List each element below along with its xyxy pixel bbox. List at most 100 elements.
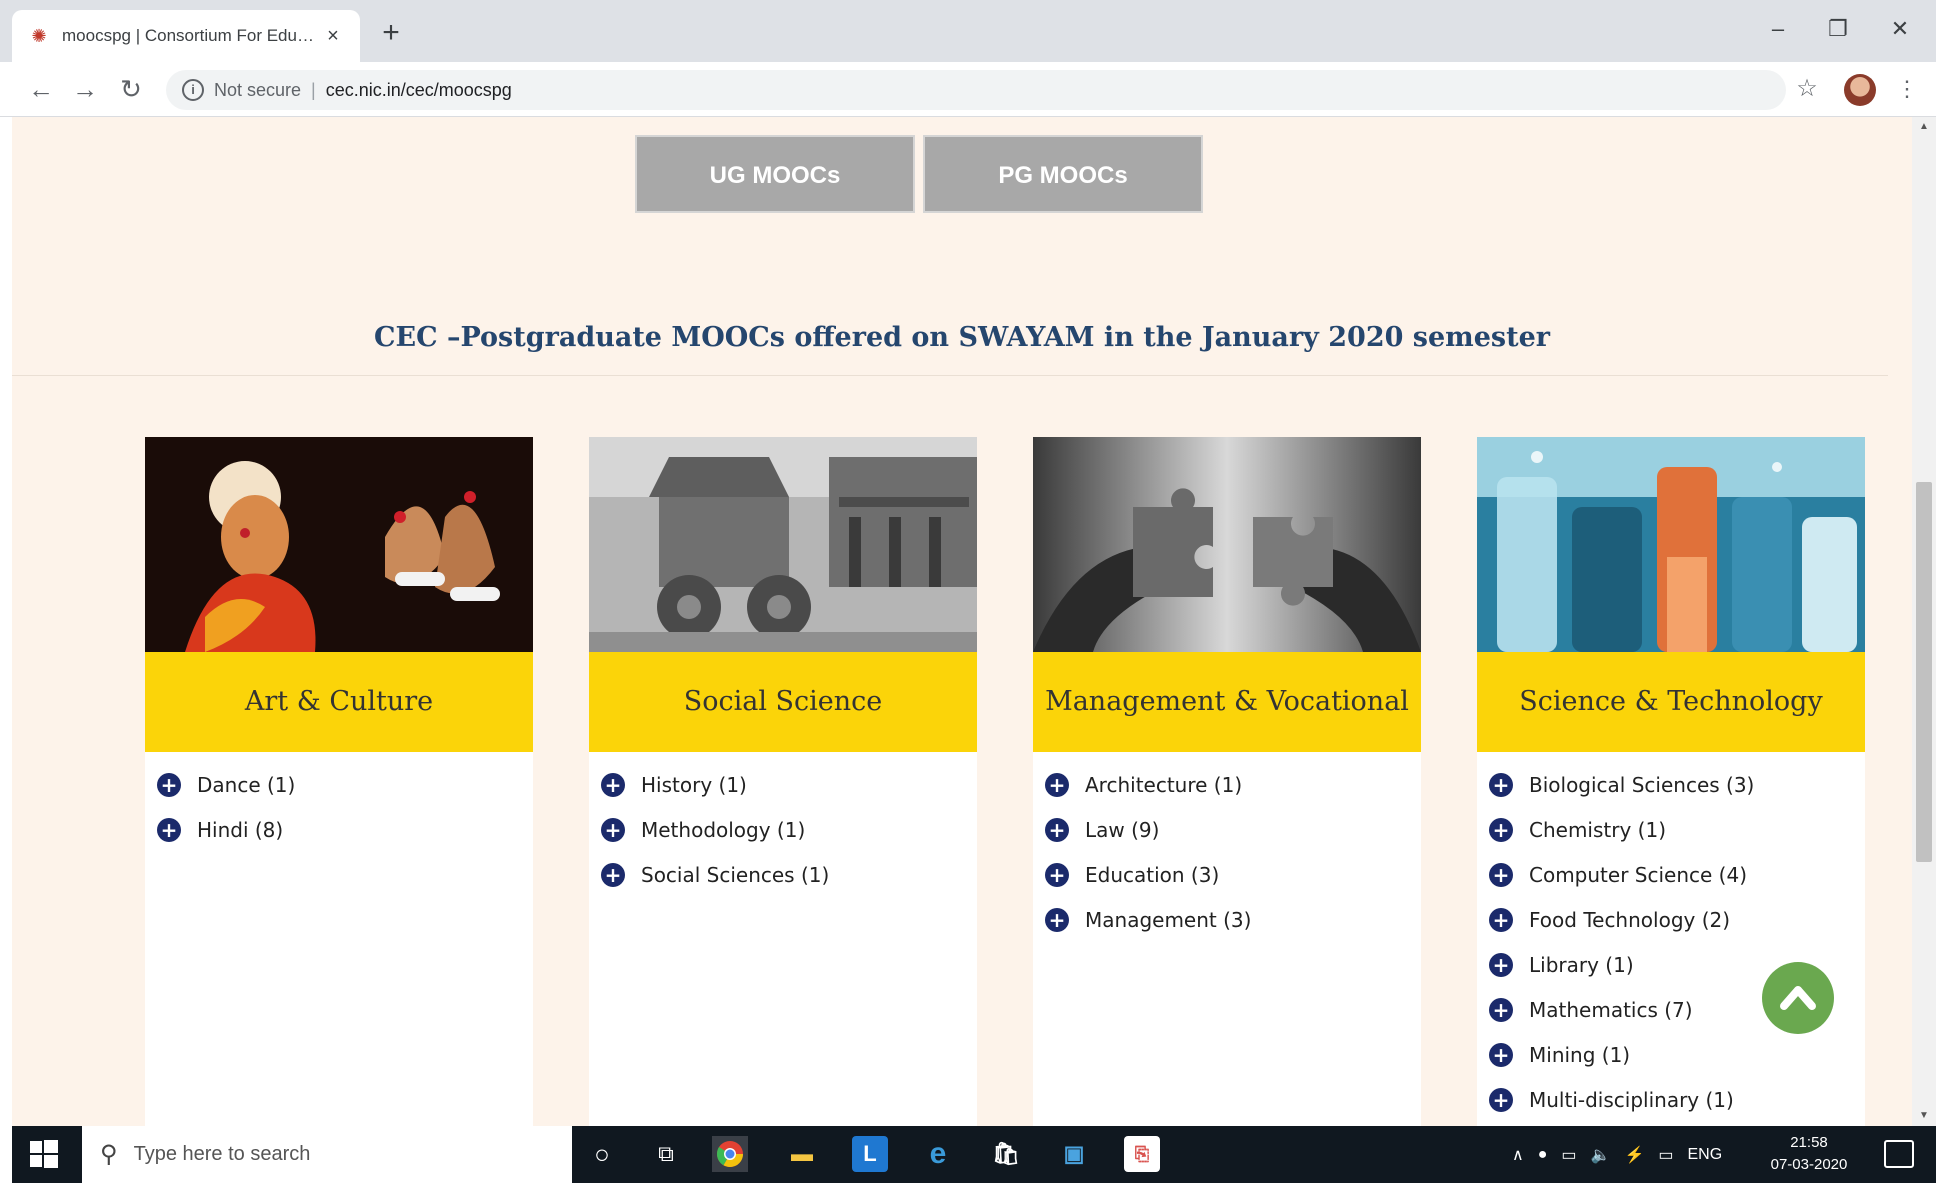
profile-avatar[interactable] — [1844, 74, 1876, 106]
task-view-icon[interactable]: ⧉ — [648, 1136, 684, 1172]
expand-plus-icon[interactable]: + — [1045, 862, 1069, 887]
restore-icon[interactable]: ❐ — [1818, 14, 1858, 44]
forward-icon[interactable]: → — [68, 72, 102, 106]
bookmark-star-icon[interactable]: ☆ — [1792, 74, 1822, 104]
subject-item[interactable]: + Chemistry (1) — [1489, 807, 1865, 852]
taskbar-search[interactable]: ⚲ Type here to search — [82, 1126, 572, 1183]
file-explorer-icon[interactable]: ▬ — [784, 1136, 820, 1172]
new-tab-button[interactable]: + — [376, 18, 406, 48]
expand-plus-icon[interactable]: + — [157, 772, 181, 797]
site-info-icon[interactable]: i — [182, 79, 204, 101]
subject-item[interactable]: + Mining (1) — [1489, 1032, 1865, 1077]
ug-moocs-button[interactable]: UG MOOCs — [635, 135, 915, 213]
card-title: Science & Technology — [1477, 652, 1865, 752]
system-tray: ∧ ● ▭ 🔈 ⚡ ▭ ENG — [1512, 1126, 1736, 1183]
subject-label: Social Sciences (1) — [641, 862, 830, 887]
taskbar-clock[interactable]: 21:58 07-03-2020 — [1764, 1132, 1854, 1176]
subject-label: Hindi (8) — [197, 817, 284, 842]
language-indicator[interactable]: ENG — [1687, 1146, 1722, 1164]
subject-item[interactable]: + Methodology (1) — [601, 807, 977, 852]
action-center-icon[interactable] — [1884, 1140, 1914, 1168]
expand-plus-icon[interactable]: + — [1489, 997, 1513, 1022]
expand-plus-icon[interactable]: + — [601, 862, 625, 887]
scroll-down-arrow-icon[interactable]: ▼ — [1912, 1106, 1936, 1126]
subject-item[interactable]: + Education (3) — [1045, 852, 1421, 897]
subject-list: + Architecture (1) + Law (9) + Education (3… — [1033, 752, 1421, 942]
menu-kebab-icon[interactable]: ⋮ — [1896, 74, 1918, 104]
reload-icon[interactable]: ↻ — [114, 72, 148, 106]
display-icon[interactable]: ▭ — [1658, 1145, 1673, 1165]
speaker-icon[interactable]: 🔈 — [1591, 1145, 1611, 1165]
windows-taskbar: ⚲ Type here to search ○ ⧉ ▬ L e 🛍 ▣ ⎘ ∧ … — [12, 1126, 1936, 1183]
cortana-icon[interactable]: ○ — [584, 1136, 620, 1172]
subject-label: Library (1) — [1529, 952, 1634, 977]
tray-circle-icon[interactable]: ● — [1538, 1146, 1548, 1164]
subject-list: + Dance (1) + Hindi (8) — [145, 752, 533, 852]
expand-plus-icon[interactable]: + — [1045, 907, 1069, 932]
expand-plus-icon[interactable]: + — [1489, 1087, 1513, 1112]
page-content: UG MOOCs PG MOOCs CEC –Postgraduate MOOC… — [12, 117, 1912, 1126]
store-icon[interactable]: 🛍 — [988, 1136, 1024, 1172]
scrollbar-thumb[interactable] — [1916, 482, 1932, 862]
chrome-logo-icon — [716, 1141, 744, 1168]
url-text: cec.nic.in/cec/moocspg — [325, 79, 512, 100]
subject-label: Mining (1) — [1529, 1042, 1631, 1067]
scroll-to-top-button[interactable] — [1762, 962, 1834, 1034]
subject-label: Food Technology (2) — [1529, 907, 1731, 932]
expand-plus-icon[interactable]: + — [1045, 772, 1069, 797]
chrome-taskbar-icon[interactable] — [712, 1136, 748, 1172]
pdf-app-icon[interactable]: ⎘ — [1124, 1136, 1160, 1172]
expand-plus-icon[interactable]: + — [157, 817, 181, 842]
expand-plus-icon[interactable]: + — [601, 817, 625, 842]
security-label: Not secure — [214, 79, 302, 100]
minimize-icon[interactable]: – — [1758, 14, 1798, 44]
scroll-up-arrow-icon[interactable]: ▲ — [1912, 117, 1936, 137]
address-bar[interactable]: i Not secure | cec.nic.in/cec/moocspg — [166, 70, 1786, 110]
window-close-icon[interactable]: ✕ — [1880, 14, 1920, 44]
subject-label: Education (3) — [1085, 862, 1220, 887]
expand-plus-icon[interactable]: + — [1489, 1042, 1513, 1067]
tray-chevron-up-icon[interactable]: ∧ — [1512, 1145, 1524, 1165]
management-vocational-image — [1033, 437, 1421, 652]
subject-item[interactable]: + Social Sciences (1) — [601, 852, 977, 897]
page-scrollbar[interactable]: ▲ ▼ — [1912, 117, 1936, 1126]
card-title: Social Science — [589, 652, 977, 752]
back-icon[interactable]: ← — [24, 72, 58, 106]
expand-plus-icon[interactable]: + — [1489, 772, 1513, 797]
heading-divider — [12, 375, 1888, 376]
subject-label: Chemistry (1) — [1529, 817, 1666, 842]
expand-plus-icon[interactable]: + — [1489, 907, 1513, 932]
subject-item[interactable]: + Multi-disciplinary (1) — [1489, 1077, 1865, 1122]
page-heading: CEC –Postgraduate MOOCs offered on SWAYA… — [374, 322, 1550, 353]
browser-tab[interactable]: ✺ moocspg | Consortium For Edu… × — [12, 10, 360, 62]
windows-start-icon[interactable] — [28, 1138, 60, 1170]
subject-item[interactable]: + Computer Science (4) — [1489, 852, 1865, 897]
subject-label: Law (9) — [1085, 817, 1160, 842]
tab-close-icon[interactable]: × — [322, 25, 344, 48]
subject-item[interactable]: + Dance (1) — [157, 762, 533, 807]
subject-item[interactable]: + Management (3) — [1045, 897, 1421, 942]
battery-icon[interactable]: ▭ — [1561, 1145, 1576, 1165]
card-social-science: Social Science + History (1) + Methodology… — [589, 437, 977, 1126]
subject-item[interactable]: + Biological Sciences (3) — [1489, 762, 1865, 807]
expand-plus-icon[interactable]: + — [1489, 952, 1513, 977]
subject-item[interactable]: + Food Technology (2) — [1489, 897, 1865, 942]
pg-moocs-button[interactable]: PG MOOCs — [923, 135, 1203, 213]
address-separator: | — [311, 79, 316, 100]
expand-plus-icon[interactable]: + — [601, 772, 625, 797]
subject-item[interactable]: + History (1) — [601, 762, 977, 807]
subject-item[interactable]: + Law (9) — [1045, 807, 1421, 852]
network-icon[interactable]: ⚡ — [1624, 1145, 1644, 1165]
subject-label: Computer Science (4) — [1529, 862, 1747, 887]
card-art-culture: Art & Culture + Dance (1) + Hindi (8) — [145, 437, 533, 1126]
expand-plus-icon[interactable]: + — [1489, 817, 1513, 842]
expand-plus-icon[interactable]: + — [1489, 862, 1513, 887]
subject-item[interactable]: + Hindi (8) — [157, 807, 533, 852]
subject-label: Management (3) — [1085, 907, 1252, 932]
clock-date: 07-03-2020 — [1770, 1156, 1848, 1173]
expand-plus-icon[interactable]: + — [1045, 817, 1069, 842]
l-app-icon[interactable]: L — [852, 1136, 888, 1172]
subject-item[interactable]: + Architecture (1) — [1045, 762, 1421, 807]
app-window-icon[interactable]: ▣ — [1056, 1136, 1092, 1172]
internet-explorer-icon[interactable]: e — [920, 1136, 956, 1172]
